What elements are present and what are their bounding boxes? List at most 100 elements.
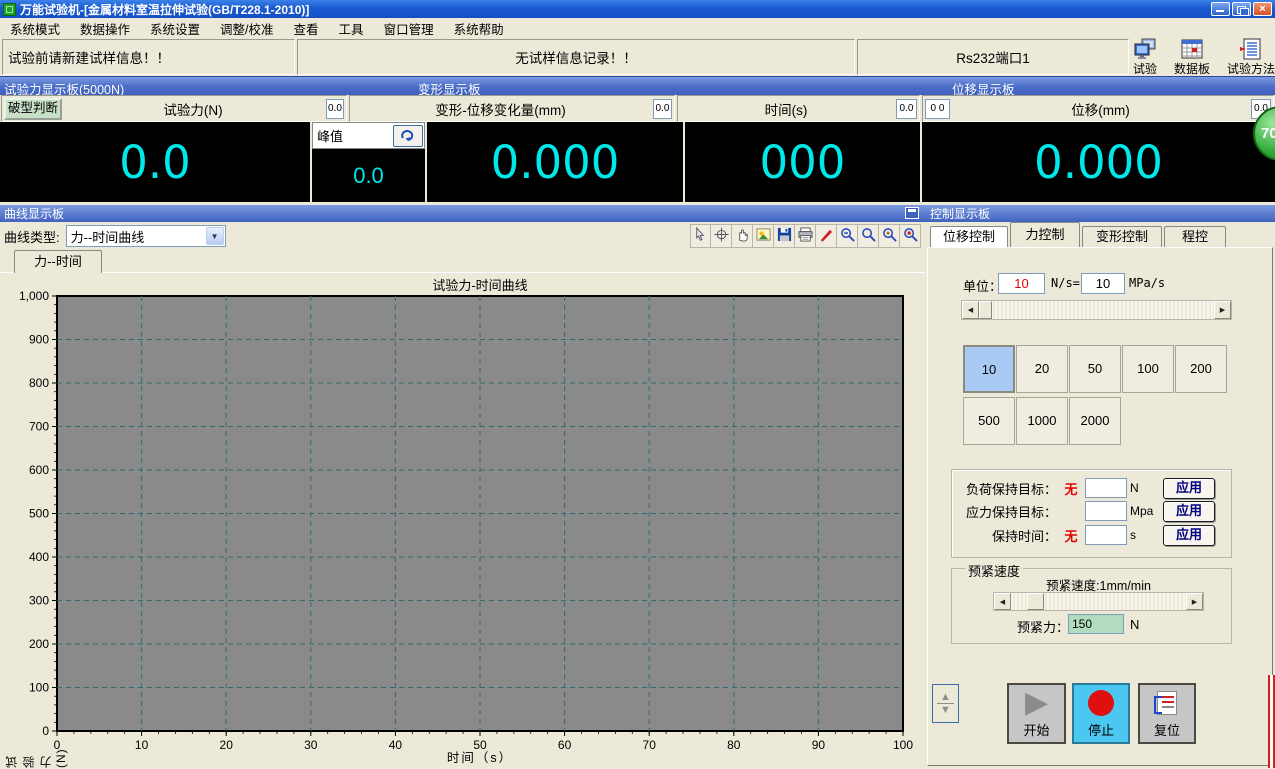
reset-button[interactable]: 复位	[1138, 683, 1196, 744]
stop-button[interactable]: 停止	[1072, 683, 1130, 744]
speed-button-2000[interactable]: 2000	[1069, 397, 1121, 445]
jog-up-down-button[interactable]: ▲ ▼	[932, 684, 959, 723]
scroll-left-icon[interactable]: ◀	[994, 593, 1011, 610]
rate-value-input[interactable]	[998, 273, 1045, 294]
tab-位移控制[interactable]: 位移控制	[930, 226, 1008, 247]
chart-title: 试验力-时间曲线	[57, 275, 903, 294]
apply-button[interactable]: 应用	[1163, 478, 1215, 499]
chevron-down-icon[interactable]: ▼	[206, 227, 224, 245]
pretension-force-input[interactable]	[1068, 614, 1124, 634]
hand-icon	[735, 227, 750, 245]
menu-bar: 系统模式数据操作系统设置调整/校准查看工具窗口管理系统帮助	[0, 18, 1275, 38]
close-button[interactable]: ×	[1253, 2, 1272, 16]
deform-led-display: 0.000	[427, 122, 683, 202]
restore-button[interactable]	[1232, 2, 1251, 16]
quick-数据板[interactable]: 数据板	[1174, 38, 1210, 76]
app-icon	[3, 3, 16, 16]
svg-text:600: 600	[29, 463, 49, 477]
speed-button-20[interactable]: 20	[1016, 345, 1068, 393]
speed-button-500[interactable]: 500	[963, 397, 1015, 445]
quick-试验方法[interactable]: 试验方法	[1227, 38, 1275, 76]
hold-row-input[interactable]	[1085, 501, 1127, 521]
print-tool-button[interactable]	[795, 224, 816, 248]
zoom-tool-button[interactable]	[858, 224, 879, 248]
tab-force-time[interactable]: 力--时间	[14, 250, 102, 273]
pretension-scrollbar-track[interactable]	[1011, 593, 1186, 610]
move-tool-button[interactable]	[711, 224, 732, 248]
reset-doc-icon	[1157, 691, 1177, 715]
menu-item-1[interactable]: 系统模式	[0, 17, 70, 40]
refresh-arrow-icon	[400, 129, 416, 142]
tab-力控制[interactable]: 力控制	[1010, 222, 1080, 247]
save-tool-button[interactable]	[774, 224, 795, 248]
zoom-reset-tool-button[interactable]	[900, 224, 921, 248]
time-label-section: 时间(s) 0.0	[677, 95, 920, 122]
image-tool-button[interactable]	[753, 224, 774, 248]
scroll-right-icon[interactable]: ▶	[1186, 593, 1203, 610]
hand-tool-button[interactable]	[732, 224, 753, 248]
zoom-in-tool-button[interactable]	[879, 224, 900, 248]
zoom-in-icon	[882, 227, 897, 245]
speed-button-200[interactable]: 200	[1175, 345, 1227, 393]
rate-value2-input[interactable]	[1081, 273, 1125, 294]
menu-item-8[interactable]: 系统帮助	[444, 17, 514, 40]
apply-button[interactable]: 应用	[1163, 525, 1215, 546]
test-method-icon	[1239, 38, 1263, 63]
tab-变形控制[interactable]: 变形控制	[1082, 226, 1162, 247]
window-title: 万能试验机-[金属材料室温拉伸试验(GB/T228.1-2010)]	[20, 1, 309, 18]
speed-button-50[interactable]: 50	[1069, 345, 1121, 393]
scroll-left-icon[interactable]: ◀	[962, 301, 979, 319]
save-icon	[777, 227, 792, 245]
menu-item-2[interactable]: 数据操作	[70, 17, 140, 40]
svg-text:0: 0	[42, 724, 49, 738]
force-time-chart: 01002003004005006007008009001,0000102030…	[0, 273, 925, 769]
speed-button-1000[interactable]: 1000	[1016, 397, 1068, 445]
start-button[interactable]: ▶ 开始	[1007, 683, 1066, 744]
peak-panel: 峰值 0.0	[312, 122, 425, 202]
peak-refresh-button[interactable]	[393, 125, 423, 147]
quick-试验[interactable]: 试验	[1133, 38, 1157, 76]
hold-row-input[interactable]	[1085, 525, 1127, 545]
curve-type-value: 力--时间曲线	[67, 227, 206, 246]
pretension-scrollbar-thumb[interactable]	[1027, 593, 1044, 610]
curve-panel-title: 曲线显示板	[4, 205, 64, 222]
zoom-out-icon	[840, 227, 855, 245]
rate-scrollbar-track[interactable]	[979, 301, 1214, 319]
stop-button-label: 停止	[1088, 720, 1114, 739]
hold-row-unit: s	[1127, 528, 1155, 542]
speed-button-100[interactable]: 100	[1122, 345, 1174, 393]
chart-x-axis-label: 时间（s）	[57, 747, 903, 766]
zoom-out-tool-button[interactable]	[837, 224, 858, 248]
control-panel-title: 控制显示板	[930, 205, 990, 222]
hold-row-input[interactable]	[1085, 478, 1127, 498]
pretension-scrollbar[interactable]: ◀ ▶	[993, 592, 1204, 611]
scroll-right-icon[interactable]: ▶	[1214, 301, 1231, 319]
peak-label: 峰值	[317, 126, 393, 145]
menu-item-4[interactable]: 调整/校准	[210, 17, 283, 40]
apply-button[interactable]: 应用	[1163, 501, 1215, 522]
minimize-button[interactable]	[1211, 2, 1230, 16]
menu-item-6[interactable]: 工具	[329, 17, 374, 40]
tab-程控[interactable]: 程控	[1164, 226, 1226, 247]
panel-restore-icon[interactable]	[905, 207, 919, 219]
control-panel-header: 控制显示板	[925, 205, 1275, 222]
arrow-up-icon: ▲	[940, 692, 951, 702]
pointer-icon	[693, 227, 708, 245]
time-label: 时间(s)	[678, 99, 894, 119]
menu-item-3[interactable]: 系统设置	[140, 17, 210, 40]
menu-item-7[interactable]: 窗口管理	[374, 17, 444, 40]
hold-row-status: 无	[1057, 526, 1085, 545]
break-judge-button[interactable]: 破型判断	[4, 98, 62, 120]
pretension-force-label: 预紧力：	[1017, 617, 1069, 636]
curve-type-select[interactable]: 力--时间曲线 ▼	[66, 225, 226, 247]
quick-icon-label: 数据板	[1174, 63, 1210, 76]
rate-scrollbar-thumb[interactable]	[979, 301, 992, 319]
pen-tool-button[interactable]	[816, 224, 837, 248]
rate-scrollbar[interactable]: ◀ ▶	[961, 300, 1232, 320]
zoom-reset-icon	[903, 227, 918, 245]
peak-led-display: 0.0	[312, 149, 425, 202]
pointer-tool-button[interactable]	[690, 224, 711, 248]
hold-row-label: 保持时间：	[957, 526, 1057, 545]
speed-button-10[interactable]: 10	[963, 345, 1015, 393]
menu-item-5[interactable]: 查看	[284, 17, 329, 40]
